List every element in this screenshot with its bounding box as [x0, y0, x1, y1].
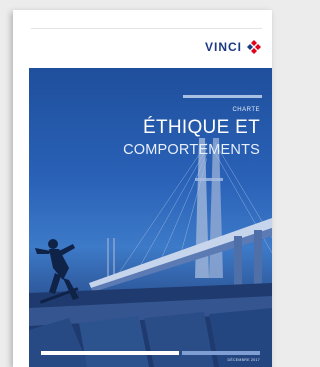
- cover-date: DÉCEMBRE 2017: [227, 358, 260, 362]
- cover-title-line-1: ÉTHIQUE ET: [142, 117, 260, 138]
- bridge-deck-shape: [89, 218, 272, 288]
- cover-hero-image: CHARTE ÉTHIQUE ET COMPORTEMENTS DÉCEMBRE…: [29, 68, 272, 367]
- vinci-logo: VINCI: [205, 38, 262, 56]
- cover-kicker: CHARTE: [232, 107, 260, 113]
- title-accent-rule: [183, 95, 262, 98]
- vinci-logo-icon: [246, 39, 262, 55]
- document-cover-page: VINCI CHARTE ÉTHIQUE ET COMPORTEMENTS DÉ…: [13, 10, 272, 367]
- cover-title-line-2: COMPORTEMENTS: [123, 142, 260, 158]
- logo-wordmark: VINCI: [204, 40, 242, 54]
- footer-bar-blue: [182, 351, 260, 355]
- header-divider: [31, 28, 262, 29]
- footer-bar-white: [41, 351, 179, 355]
